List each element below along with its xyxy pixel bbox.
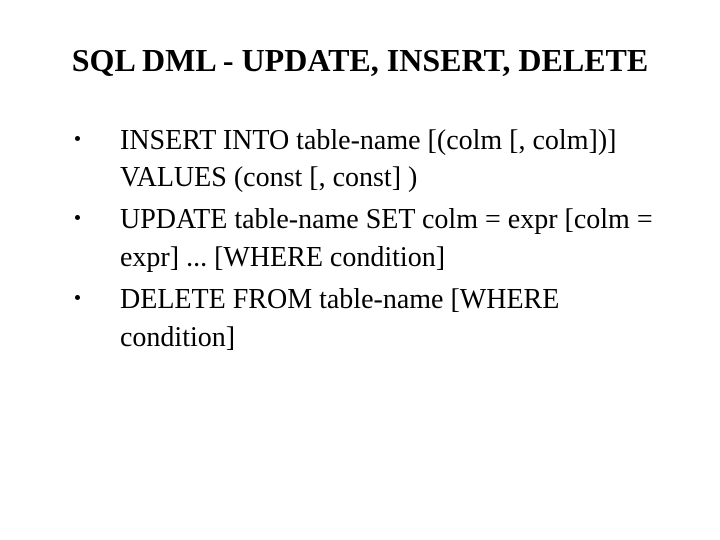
bullet-list: INSERT INTO table-name [(colm [, colm])]… [50,122,670,357]
list-item-text: DELETE FROM table-name [WHERE condition] [120,284,559,353]
list-item: INSERT INTO table-name [(colm [, colm])]… [70,122,670,198]
list-item-text: INSERT INTO table-name [(colm [, colm])]… [120,125,616,194]
list-item: DELETE FROM table-name [WHERE condition] [70,281,670,357]
bullet-icon [75,295,80,300]
list-item: UPDATE table-name SET colm = expr [colm … [70,201,670,277]
list-item-text: UPDATE table-name SET colm = expr [colm … [120,204,653,273]
bullet-icon [75,136,80,141]
bullet-icon [75,215,80,220]
slide-title: SQL DML - UPDATE, INSERT, DELETE [50,40,670,82]
